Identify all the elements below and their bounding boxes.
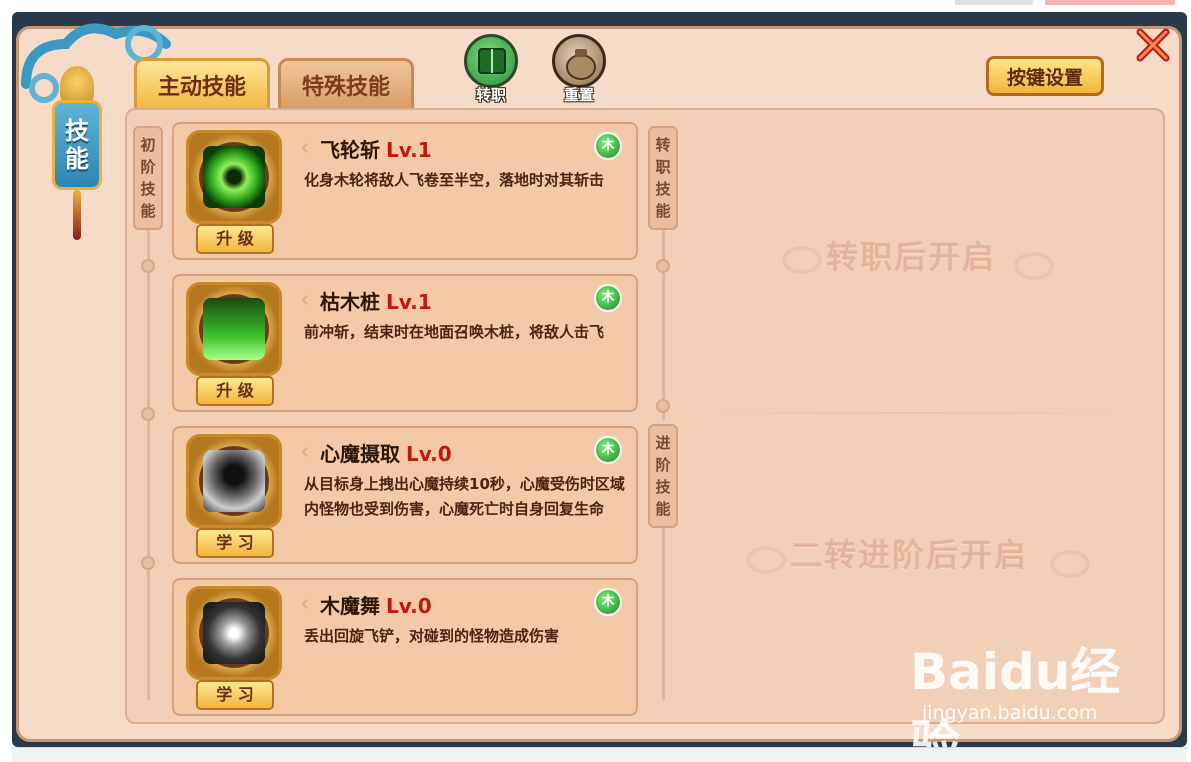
label-char: 转 [655,136,671,154]
skill-icon-frame [186,130,282,224]
skill-banner: 技 能 [52,100,102,190]
watermark-logo: Baidu经验 [910,643,1121,762]
cloud-swirl-icon [1050,550,1090,578]
label-char: 阶 [140,158,156,176]
label-char: 技 [140,180,156,198]
chevron-left-icon: ‹ [300,589,310,617]
job-change-button[interactable]: 转职 [460,34,522,106]
skill-icon-frame [186,434,282,528]
reset-button[interactable]: 重置 [548,34,610,106]
chevron-left-icon: ‹ [300,285,310,313]
shadow-demon-icon [203,450,265,512]
job-skills-label: 转 职 技 能 [648,126,678,230]
skill-description: 化身木轮将敌人飞卷至半空，落地时对其斩击 [304,171,605,189]
label-char: 技 [655,180,671,198]
spinning-blade-icon [203,602,265,664]
label-char: 能 [655,202,671,220]
skill-name-text: 飞轮斩 [320,138,380,162]
wood-element-icon: 木 [594,588,622,616]
label-char: 初 [140,136,156,154]
job-change-label: 转职 [475,86,506,104]
upgrade-button[interactable]: 升 级 [196,376,274,406]
banner-tassel [73,190,81,240]
skill-name-text: 心魔摄取 [320,442,400,466]
skill-level: Lv.1 [386,290,432,314]
timeline-dot [141,556,155,570]
skill-level: Lv.0 [406,442,452,466]
key-settings-button[interactable]: 按键设置 [986,56,1104,96]
top-strip-hint [1045,0,1175,5]
label-char: 能 [655,500,671,518]
cloud-swirl-icon [746,546,786,574]
skill-description: 丢出回旋飞铲，对碰到的怪物造成伤害 [304,627,560,645]
banner-title-2: 能 [65,145,89,173]
skill-card[interactable]: 升 级 ‹ 枯木桩 Lv.1 木 前冲斩，结束时在地面召唤木桩，将敌人击飞 [172,274,638,412]
wood-element-icon: 木 [594,284,622,312]
label-char: 进 [655,434,671,452]
skill-description: 前冲斩，结束时在地面召唤木桩，将敌人击飞 [304,323,605,341]
timeline-dot [656,259,670,273]
baidu-watermark: Baidu经验 jingyan.baidu.com [910,632,1150,762]
skill-name: 心魔摄取 Lv.0 [320,438,452,467]
section-divider [684,412,1144,414]
timeline-dot [141,407,155,421]
skill-description: 从目标身上拽出心魔持续10秒，心魔受伤时区域内怪物也受到伤害，心魔死亡时自身回复… [304,475,625,518]
tab-special-skills[interactable]: 特殊技能 [278,58,414,108]
skill-card[interactable]: 升 级 ‹ 飞轮斩 Lv.1 木 化身木轮将敌人飞卷至半空，落地时对其斩击 [172,122,638,260]
learn-button[interactable]: 学 习 [196,680,274,710]
chevron-left-icon: ‹ [300,437,310,465]
reset-label: 重置 [563,86,594,104]
top-strip-hint [955,0,1033,5]
timeline-line [662,220,665,420]
cloud-swirl-icon [782,246,822,274]
timeline-dot [656,399,670,413]
skill-level: Lv.0 [386,594,432,618]
label-char: 技 [655,478,671,496]
learn-button[interactable]: 学 习 [196,528,274,558]
wood-element-icon: 木 [594,436,622,464]
watermark-url: jingyan.baidu.com [922,702,1098,724]
cloud-swirl-icon [1014,252,1054,280]
advanced-skills-label: 进 阶 技 能 [648,424,678,528]
green-vortex-icon [203,146,265,208]
skill-card[interactable]: 学 习 ‹ 心魔摄取 Lv.0 木 从目标身上拽出心魔持续10秒，心魔受伤时区域内… [172,426,638,564]
label-char: 阶 [655,456,671,474]
upgrade-button[interactable]: 升 级 [196,224,274,254]
pot-icon [552,34,606,88]
skill-icon-frame [186,586,282,680]
chevron-left-icon: ‹ [300,133,310,161]
tab-active-skills[interactable]: 主动技能 [134,58,270,108]
book-icon [464,34,518,88]
skill-name: 枯木桩 Lv.1 [320,286,432,315]
advanced-locked-text: 二转进阶后开启 [790,536,1029,574]
bottom-strip [12,747,1187,762]
close-icon[interactable] [1132,24,1174,66]
timeline-line [147,220,150,700]
skill-level: Lv.1 [386,138,432,162]
job-locked-text: 转职后开启 [826,238,997,276]
skill-name-text: 枯木桩 [320,290,380,314]
skill-card[interactable]: 学 习 ‹ 木魔舞 Lv.0 木 丢出回旋飞铲，对碰到的怪物造成伤害 [172,578,638,716]
skill-name: 木魔舞 Lv.0 [320,590,432,619]
timeline-dot [141,259,155,273]
timeline-line [662,520,665,700]
skill-icon-frame [186,282,282,376]
wood-element-icon: 木 [594,132,622,160]
wooden-stakes-icon [203,298,265,360]
label-char: 职 [655,158,671,176]
label-char: 能 [140,202,156,220]
skill-name-text: 木魔舞 [320,594,380,618]
banner-title-1: 技 [65,117,89,145]
basic-skills-label: 初 阶 技 能 [133,126,163,230]
skill-name: 飞轮斩 Lv.1 [320,134,432,163]
